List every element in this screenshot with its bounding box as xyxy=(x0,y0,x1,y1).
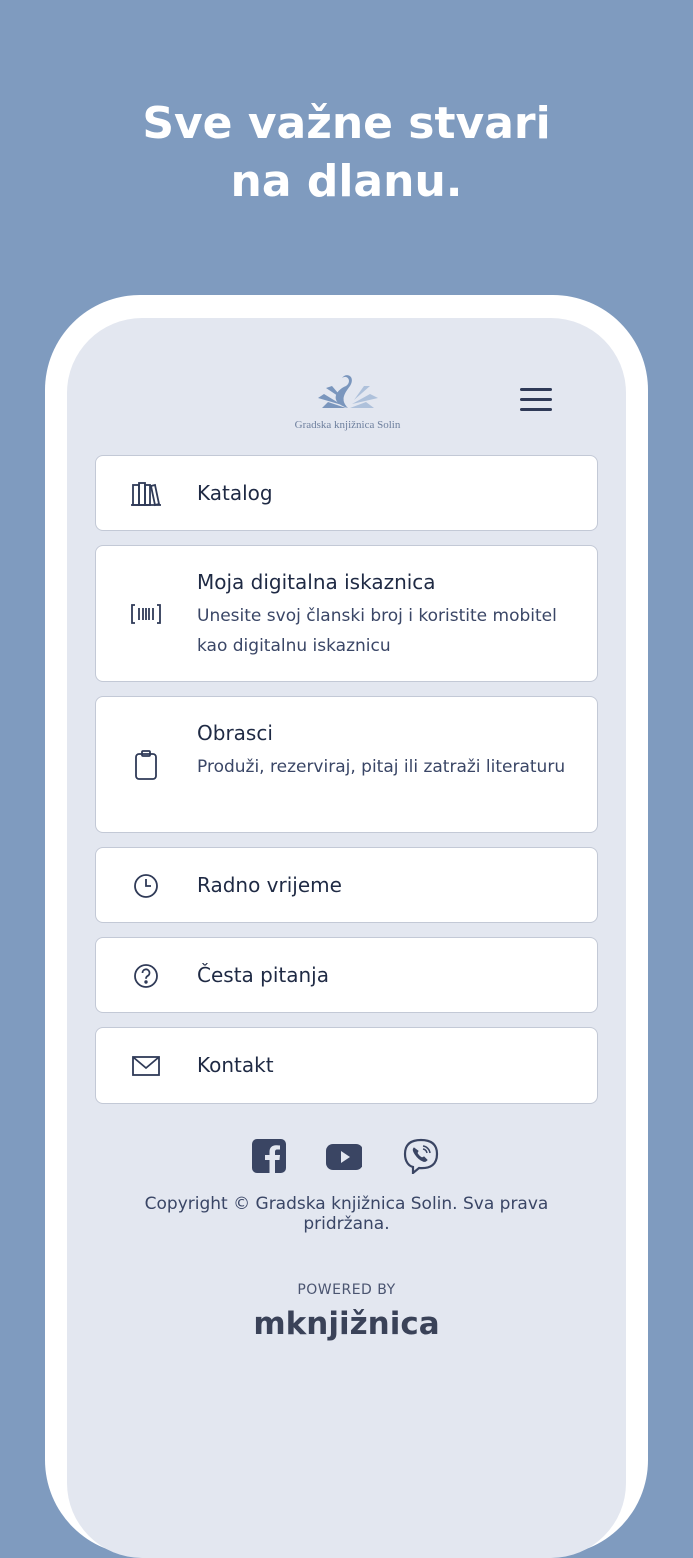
swan-logo-icon xyxy=(317,375,378,408)
headline-line1: Sve važne stvari xyxy=(142,98,551,149)
youtube-icon[interactable] xyxy=(326,1138,362,1174)
headline-line2: na dlanu. xyxy=(230,156,463,207)
menu-item-description: Produži, rezerviraj, pitaj ili zatraži l… xyxy=(197,757,566,777)
clipboard-icon xyxy=(135,750,157,780)
powered-by-label: POWERED BY xyxy=(297,1282,396,1298)
copyright-text: Copyright © Gradska knjižnica Solin. Sva… xyxy=(144,1194,549,1234)
logo-text: Gradska knjižnica Solin xyxy=(294,419,401,431)
mknjiznica-logo[interactable]: mknjižnica xyxy=(0,1306,693,1342)
menu-item-title: Moja digitalna iskaznica xyxy=(197,570,436,594)
menu-item-title: Radno vrijeme xyxy=(197,873,342,897)
menu-item-description: Unesite svoj članski broj i koristite mo… xyxy=(197,606,557,656)
menu-item-obrasci[interactable]: Obrasci Produži, rezerviraj, pitaj ili z… xyxy=(95,696,598,833)
menu-item-title: Katalog xyxy=(197,481,273,505)
question-icon xyxy=(134,964,158,988)
barcode-icon xyxy=(131,604,161,624)
hamburger-menu-icon[interactable] xyxy=(520,388,552,412)
clock-icon xyxy=(134,874,158,898)
library-logo[interactable]: Gradska knjižnica Solin xyxy=(290,372,405,431)
menu-item-cesta-pitanja[interactable]: Česta pitanja xyxy=(95,937,598,1013)
menu-item-radno-vrijeme[interactable]: Radno vrijeme xyxy=(95,847,598,923)
books-icon xyxy=(131,482,161,507)
menu-item-title: Kontakt xyxy=(197,1053,274,1077)
menu-item-kontakt[interactable]: Kontakt xyxy=(95,1027,598,1104)
menu-item-digital-card[interactable]: Moja digitalna iskaznica Unesite svoj čl… xyxy=(95,545,598,682)
menu-item-title: Obrasci xyxy=(197,721,273,745)
menu-item-katalog[interactable]: Katalog xyxy=(95,455,598,531)
mail-icon xyxy=(132,1056,160,1076)
facebook-icon[interactable] xyxy=(251,1138,287,1174)
viber-icon[interactable] xyxy=(403,1138,439,1174)
headline: Sve važne stvari na dlanu. xyxy=(0,95,693,211)
menu-item-title: Česta pitanja xyxy=(197,963,329,987)
